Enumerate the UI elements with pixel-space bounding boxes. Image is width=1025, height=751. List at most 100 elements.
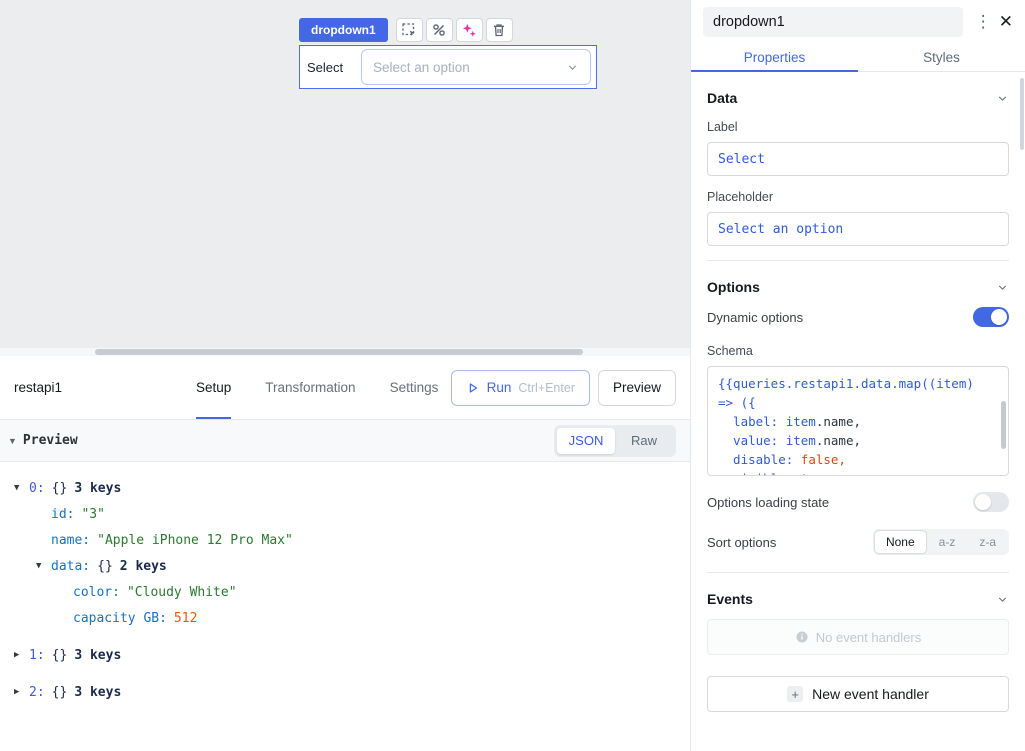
dynamic-options-row: Dynamic options [707, 307, 1009, 327]
canvas-horizontal-scrollbar[interactable] [0, 348, 690, 356]
play-icon [466, 381, 480, 395]
sort-none-option[interactable]: None [875, 531, 926, 553]
json-tree-row: id:"3" [8, 501, 682, 527]
json-object-brace: {} [52, 685, 68, 700]
json-value: "Cloudy White" [127, 585, 237, 600]
data-section-title: Data [707, 90, 737, 106]
no-event-handlers-box: No event handlers [707, 619, 1009, 655]
tab-styles[interactable]: Styles [858, 44, 1025, 72]
sort-za-option[interactable]: z-a [968, 531, 1007, 553]
json-tree-row: capacity GB:512 [8, 605, 682, 631]
json-tree-row[interactable]: ▼data:{}2 keys [8, 553, 682, 579]
json-key-count: 3 keys [74, 648, 121, 663]
options-loading-row: Options loading state [707, 492, 1009, 512]
toggle-knob [975, 494, 991, 510]
schema-code-editor[interactable]: {{queries.restapi1.data.map((item)=> ({ … [707, 366, 1009, 476]
options-loading-toggle[interactable] [973, 492, 1009, 512]
chevron-down-icon [996, 281, 1009, 294]
chevron-down-icon [996, 92, 1009, 105]
events-section-title: Events [707, 591, 753, 607]
data-section-header[interactable]: Data [707, 72, 1009, 118]
tree-expander-icon[interactable]: ▼ [14, 483, 29, 493]
mode-raw[interactable]: Raw [615, 428, 673, 454]
no-event-handlers-text: No event handlers [816, 630, 922, 645]
code-line: => ({ [718, 393, 998, 412]
json-tree-row[interactable]: ▶2:{}3 keys [8, 679, 682, 705]
tab-settings[interactable]: Settings [390, 356, 439, 419]
delete-widget-button[interactable] [486, 18, 513, 42]
code-scrollbar-thumb[interactable] [1001, 401, 1006, 449]
plus-icon: + [787, 686, 803, 702]
json-object-brace: {} [52, 648, 68, 663]
more-menu-icon[interactable]: ⋮ [975, 12, 987, 32]
json-value: 512 [174, 611, 197, 626]
dynamic-options-toggle[interactable] [973, 307, 1009, 327]
widget-toolbar: dropdown1 [299, 18, 597, 42]
panel-scrollbar-thumb[interactable] [1020, 78, 1024, 150]
json-object-brace: {} [52, 481, 68, 496]
dropdown-widget-label: Select [307, 60, 361, 75]
json-key: 1: [29, 648, 45, 663]
mode-json[interactable]: JSON [557, 428, 615, 454]
sort-options-label: Sort options [707, 535, 776, 550]
placeholder-field-label: Placeholder [707, 190, 1009, 204]
json-preview-tree: ▼0:{}3 keysid:"3"name:"Apple iPhone 12 P… [0, 462, 690, 751]
inspector-header: dropdown1 ⋮ ✕ [691, 0, 1025, 44]
widget-name-badge[interactable]: dropdown1 [299, 18, 388, 42]
json-tree-row[interactable]: ▶1: {} 3 keys [8, 642, 682, 668]
tree-expander-icon[interactable]: ▼ [36, 561, 51, 571]
chevron-down-icon [566, 61, 579, 74]
json-value: "Apple iPhone 12 Pro Max" [97, 533, 293, 548]
query-name[interactable]: restapi1 [14, 380, 134, 395]
json-key-count: 3 keys [74, 481, 121, 496]
tab-transformation[interactable]: Transformation [265, 356, 355, 419]
scrollbar-thumb[interactable] [95, 349, 583, 355]
run-query-button[interactable]: Run Ctrl+Enter [451, 370, 590, 406]
tab-properties[interactable]: Properties [691, 44, 858, 72]
new-event-handler-label: New event handler [812, 686, 929, 702]
placeholder-field-input[interactable]: Select an option [707, 212, 1009, 246]
chevron-down-icon [996, 593, 1009, 606]
selected-widget-cluster: dropdown1 [299, 18, 597, 89]
dropdown-placeholder-text: Select an option [373, 60, 470, 75]
events-section-header[interactable]: Events [707, 573, 1009, 619]
schema-label: Schema [707, 344, 1009, 358]
code-line: disable: false, [718, 450, 998, 469]
label-field-label: Label [707, 120, 1009, 134]
preview-query-button[interactable]: Preview [598, 370, 676, 406]
json-tree-row[interactable]: ▼0:{}3 keys [8, 475, 682, 501]
code-line: {{queries.restapi1.data.map((item) [718, 374, 998, 393]
dropdown-control[interactable]: Select an option [361, 49, 591, 85]
tab-setup[interactable]: Setup [196, 356, 231, 419]
close-icon[interactable]: ✕ [999, 12, 1013, 32]
sort-options-segmented: None a-z z-a [873, 529, 1009, 555]
app-builder: dropdown1 [0, 0, 1025, 751]
widget-name-input[interactable]: dropdown1 [703, 7, 963, 37]
preview-title: Preview [23, 433, 78, 448]
json-key: 2: [29, 685, 45, 700]
select-area-button[interactable] [396, 18, 423, 42]
new-event-handler-button[interactable]: + New event handler [707, 676, 1009, 712]
collapse-caret-icon[interactable]: ▼ [8, 436, 17, 446]
canvas[interactable]: dropdown1 [0, 0, 690, 356]
preview-header: ▼ Preview JSON Raw [0, 420, 690, 462]
ai-button[interactable] [456, 18, 483, 42]
preview-mode-toggle: JSON Raw [554, 425, 676, 457]
label-field-input[interactable]: Select [707, 142, 1009, 176]
sort-az-option[interactable]: a-z [928, 531, 967, 553]
json-key: id: [51, 507, 74, 522]
options-section-header[interactable]: Options [707, 261, 1009, 307]
percent-button[interactable] [426, 18, 453, 42]
info-icon [795, 630, 809, 644]
percent-icon [431, 22, 447, 38]
dropdown-widget[interactable]: Select Select an option [299, 45, 597, 89]
options-section-title: Options [707, 279, 760, 295]
code-line: value: item.name, [718, 431, 998, 450]
run-label: Run [487, 380, 512, 395]
inspector-panel: dropdown1 ⋮ ✕ Properties Styles Data Lab… [690, 0, 1025, 751]
trash-icon [491, 22, 507, 38]
query-tabs: Setup Transformation Settings [196, 356, 438, 419]
tree-expander-icon[interactable]: ▶ [14, 650, 29, 660]
tree-expander-icon[interactable]: ▶ [14, 687, 29, 697]
dashed-square-icon [401, 22, 417, 38]
